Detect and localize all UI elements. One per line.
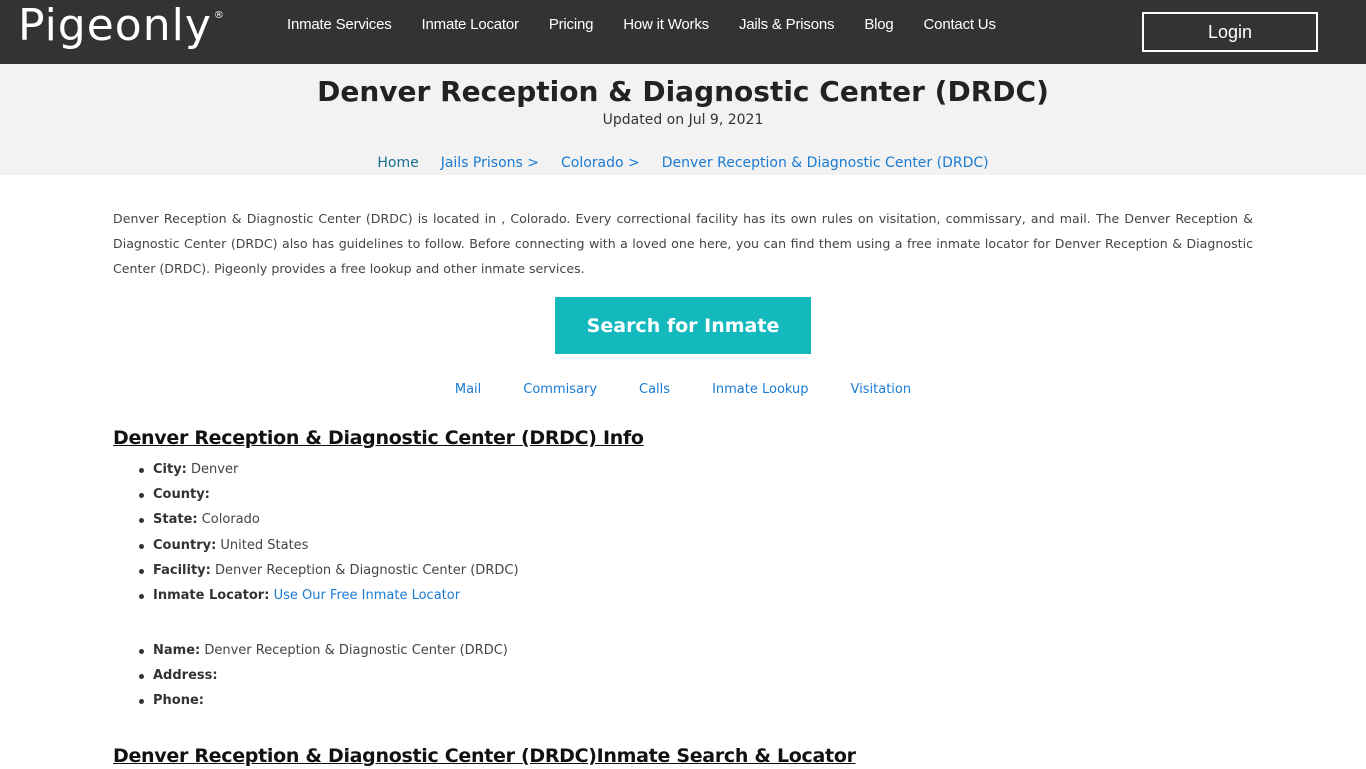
pigeonly-logo[interactable]: Pigeonly ® <box>18 2 224 60</box>
free-inmate-locator-link[interactable]: Use Our Free Inmate Locator <box>274 588 461 603</box>
nav-blog[interactable]: Blog <box>864 14 893 36</box>
page-header: Denver Reception & Diagnostic Center (DR… <box>0 64 1366 175</box>
sub-link-calls[interactable]: Calls <box>639 380 670 400</box>
contact-item-phone: Phone: <box>139 691 508 716</box>
search-for-inmate-button[interactable]: Search for Inmate <box>555 297 811 354</box>
info-label: Phone: <box>153 693 204 709</box>
facility-sub-nav: Mail Commisary Calls Inmate Lookup Visit… <box>0 380 1366 400</box>
contact-item-name: Name: Denver Reception & Diagnostic Cent… <box>139 641 508 666</box>
info-label: Address: <box>153 668 218 684</box>
nav-contact-us[interactable]: Contact Us <box>924 14 996 36</box>
info-item-state: State: Colorado <box>139 510 519 535</box>
info-label: Name: <box>153 643 201 658</box>
sub-link-inmate-lookup[interactable]: Inmate Lookup <box>712 380 808 400</box>
updated-date: Updated on Jul 9, 2021 <box>602 112 764 128</box>
info-item-inmate-locator: Inmate Locator: Use Our Free Inmate Loca… <box>139 586 519 611</box>
top-navbar: Pigeonly ® Inmate Services Inmate Locato… <box>0 0 1366 64</box>
info-label: Inmate Locator: <box>153 587 270 603</box>
nav-how-it-works[interactable]: How it Works <box>623 14 709 36</box>
breadcrumb: Home Jails Prisons > Colorado > Denver R… <box>0 153 1366 173</box>
info-value: Denver Reception & Diagnostic Center (DR… <box>200 643 508 658</box>
nav-inmate-locator[interactable]: Inmate Locator <box>422 14 519 36</box>
facility-contact-list: Name: Denver Reception & Diagnostic Cent… <box>139 641 508 717</box>
intro-paragraph: Denver Reception & Diagnostic Center (DR… <box>113 211 1253 276</box>
inmate-search-heading: Denver Reception & Diagnostic Center (DR… <box>113 745 856 767</box>
info-label: Country: <box>153 537 217 553</box>
nav-inmate-services[interactable]: Inmate Services <box>287 14 392 36</box>
info-item-county: County: <box>139 485 519 510</box>
logo-text: Pigeonly <box>18 0 212 51</box>
main-nav: Inmate Services Inmate Locator Pricing H… <box>287 14 1026 36</box>
info-item-facility: Facility: Denver Reception & Diagnostic … <box>139 561 519 586</box>
info-value: Denver <box>186 462 239 477</box>
info-value: Colorado <box>197 512 260 528</box>
info-label: Facility: <box>153 562 211 578</box>
info-item-city: City: Denver <box>139 460 519 485</box>
page-title: Denver Reception & Diagnostic Center (DR… <box>317 75 1049 108</box>
breadcrumb-jails-prisons[interactable]: Jails Prisons > <box>441 153 539 173</box>
sub-link-commisary[interactable]: Commisary <box>523 380 597 400</box>
breadcrumb-home[interactable]: Home <box>377 153 418 173</box>
breadcrumb-current-facility[interactable]: Denver Reception & Diagnostic Center (DR… <box>662 153 989 173</box>
contact-item-address: Address: <box>139 666 508 691</box>
info-item-country: Country: United States <box>139 536 519 561</box>
info-heading: Denver Reception & Diagnostic Center (DR… <box>113 427 644 449</box>
breadcrumb-colorado[interactable]: Colorado > <box>561 153 640 173</box>
info-label: County: <box>153 487 210 503</box>
login-button[interactable]: Login <box>1142 12 1318 52</box>
registered-mark-icon: ® <box>213 10 224 21</box>
info-label: State: <box>153 512 198 528</box>
nav-pricing[interactable]: Pricing <box>549 14 594 36</box>
info-label: City: <box>153 462 187 477</box>
facility-info-list: City: Denver County: State: Colorado Cou… <box>139 460 519 611</box>
nav-jails-prisons[interactable]: Jails & Prisons <box>739 14 835 36</box>
sub-link-visitation[interactable]: Visitation <box>851 380 912 400</box>
info-value: Denver Reception & Diagnostic Center (DR… <box>210 562 519 578</box>
info-value: United States <box>216 537 309 553</box>
sub-link-mail[interactable]: Mail <box>455 380 481 400</box>
